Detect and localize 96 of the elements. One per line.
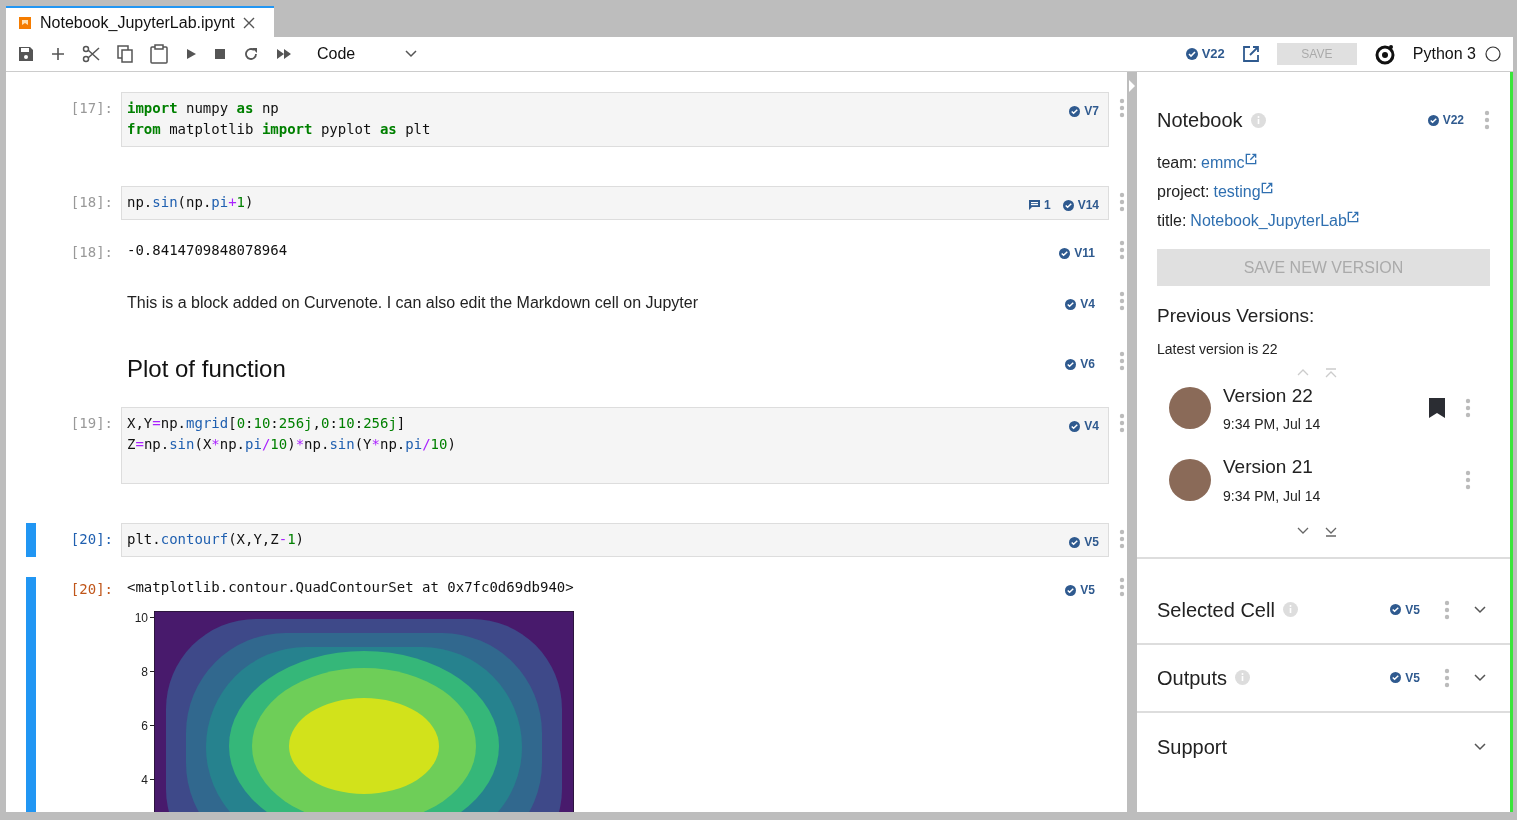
comment-icon: [1028, 200, 1040, 210]
check-circle-icon: [1427, 114, 1439, 126]
check-circle-icon: [1069, 536, 1081, 548]
external-link-icon[interactable]: [1260, 182, 1273, 194]
field-label: title:: [1157, 211, 1187, 231]
chevron-down-icon[interactable]: [1474, 742, 1486, 751]
check-circle-icon: [1390, 672, 1402, 683]
save-icon[interactable]: [18, 46, 34, 62]
tab-title: Notebook_JupyterLab.ipynt: [40, 12, 235, 33]
external-link-icon[interactable]: [1244, 153, 1257, 165]
jump-to-bottom-icon[interactable]: [1325, 526, 1337, 537]
cell-type-dropdown[interactable]: Code: [317, 42, 417, 66]
link[interactable]: Notebook_JupyterLab: [1190, 209, 1347, 233]
clipboard-icon[interactable]: [150, 44, 168, 64]
version-label: V7: [1084, 103, 1099, 120]
version-label: V4: [1084, 418, 1099, 435]
kernel-logo-icon: [1373, 43, 1396, 65]
output-prompt: [18]:: [70, 244, 113, 260]
code-input[interactable]: import numpy as np from matplotlib import pyplot as plt V7: [121, 92, 1109, 147]
version-time: 9:34 PM, Jul 14: [1223, 415, 1322, 434]
tick-mark: [150, 671, 154, 673]
check-circle-icon: [1185, 48, 1198, 60]
check-circle-icon: [1069, 420, 1081, 432]
avatar: [1169, 458, 1211, 501]
markdown-text: This is a block added on Curvenote. I can also edit the Markdown cell on Jupyter: [127, 293, 699, 313]
field-label: team:: [1157, 153, 1197, 173]
output-text: <matplotlib.contour.QuadContourSet at 0x7fc0d69db940>: [127, 578, 575, 597]
tick-mark: [150, 617, 154, 619]
axis-tick-label: 6: [141, 718, 148, 735]
version-label: V14: [1077, 197, 1099, 214]
kernel-status-icon: [1485, 46, 1501, 62]
plus-icon[interactable]: [51, 47, 65, 61]
check-circle-icon: [1065, 584, 1077, 596]
scissors-icon[interactable]: [82, 45, 100, 63]
bookmark-icon[interactable]: [1428, 397, 1446, 420]
check-circle-icon: [1390, 604, 1402, 615]
check-circle-icon: [1059, 247, 1071, 259]
latest-version-text: Latest version is 22: [1157, 339, 1279, 359]
version-label: V5: [1405, 669, 1420, 687]
kernel-name[interactable]: Python 3: [1412, 42, 1476, 66]
external-link-icon[interactable]: [1346, 211, 1359, 223]
field-label: project:: [1157, 182, 1210, 202]
chevron-down-icon: [405, 50, 417, 58]
chevron-down-icon[interactable]: [1297, 526, 1309, 535]
version-name[interactable]: Version 22: [1223, 381, 1416, 410]
tick-mark: [150, 779, 154, 781]
link[interactable]: emmc: [1201, 151, 1245, 175]
check-circle-icon: [1069, 105, 1081, 117]
output-prompt: [20]:: [70, 581, 113, 597]
input-prompt: [19]:: [70, 415, 113, 431]
input-prompt: [17]:: [70, 100, 113, 116]
code-input[interactable]: plt.contourf(X,Y,Z-1) V5: [121, 523, 1109, 557]
version-label: V5: [1084, 534, 1099, 551]
section-title[interactable]: Support: [1157, 731, 1228, 762]
play-icon[interactable]: [185, 48, 197, 60]
section-title[interactable]: Selected Cell: [1157, 594, 1275, 625]
output-text: -0.8414709848078964: [127, 241, 289, 260]
notebook-file-icon: [18, 15, 32, 30]
copy-icon[interactable]: [117, 45, 133, 63]
version-time: 9:34 PM, Jul 14: [1223, 486, 1322, 506]
external-link-icon[interactable]: [1241, 45, 1260, 63]
version-label: V4: [1080, 296, 1095, 313]
fast-forward-icon[interactable]: [276, 48, 292, 60]
chevron-down-icon[interactable]: [1474, 605, 1486, 614]
notebook-tab[interactable]: Notebook_JupyterLab.ipynt: [6, 6, 274, 37]
cell-type-label: Code: [317, 44, 356, 64]
version-label: V22: [1201, 45, 1225, 64]
version-label: V5: [1405, 601, 1420, 619]
section-title[interactable]: Outputs: [1157, 662, 1228, 693]
axis-tick-label: 10: [134, 610, 148, 627]
avatar: [1169, 387, 1211, 430]
info-icon: [1250, 112, 1266, 128]
version-label: V6: [1080, 356, 1095, 373]
section-title: Previous Versions:: [1157, 304, 1316, 328]
input-prompt: [18]:: [70, 194, 113, 210]
axis-tick-label: 4: [141, 772, 148, 789]
code-input[interactable]: X,Y=np.mgrid[0:10:256j,0:10:256j] Z=np.sin(X*np.pi/10)*np.sin(Y*np.pi/10) V4: [121, 407, 1109, 484]
comment-count[interactable]: 1: [1028, 196, 1051, 214]
stop-icon[interactable]: [214, 48, 226, 60]
check-circle-icon: [1065, 358, 1077, 370]
version-label: V11: [1074, 245, 1095, 262]
code-input[interactable]: np.sin(np.pi+1) 1 V14: [121, 186, 1109, 220]
version-label: V5: [1080, 582, 1095, 599]
axis-tick-label: 8: [141, 664, 148, 681]
check-circle-icon: [1065, 298, 1077, 310]
markdown-heading: Plot of function: [127, 354, 287, 384]
chevron-down-icon[interactable]: [1474, 673, 1486, 682]
version-name[interactable]: Version 21: [1223, 453, 1446, 482]
link[interactable]: testing: [1213, 180, 1261, 204]
tick-mark: [150, 725, 154, 727]
restart-icon[interactable]: [243, 46, 259, 62]
check-circle-icon: [1062, 199, 1074, 211]
input-prompt: [20]:: [70, 531, 113, 547]
panel-title: Notebook: [1157, 108, 1243, 133]
close-icon[interactable]: [242, 16, 255, 29]
version-label: V22: [1442, 112, 1464, 129]
